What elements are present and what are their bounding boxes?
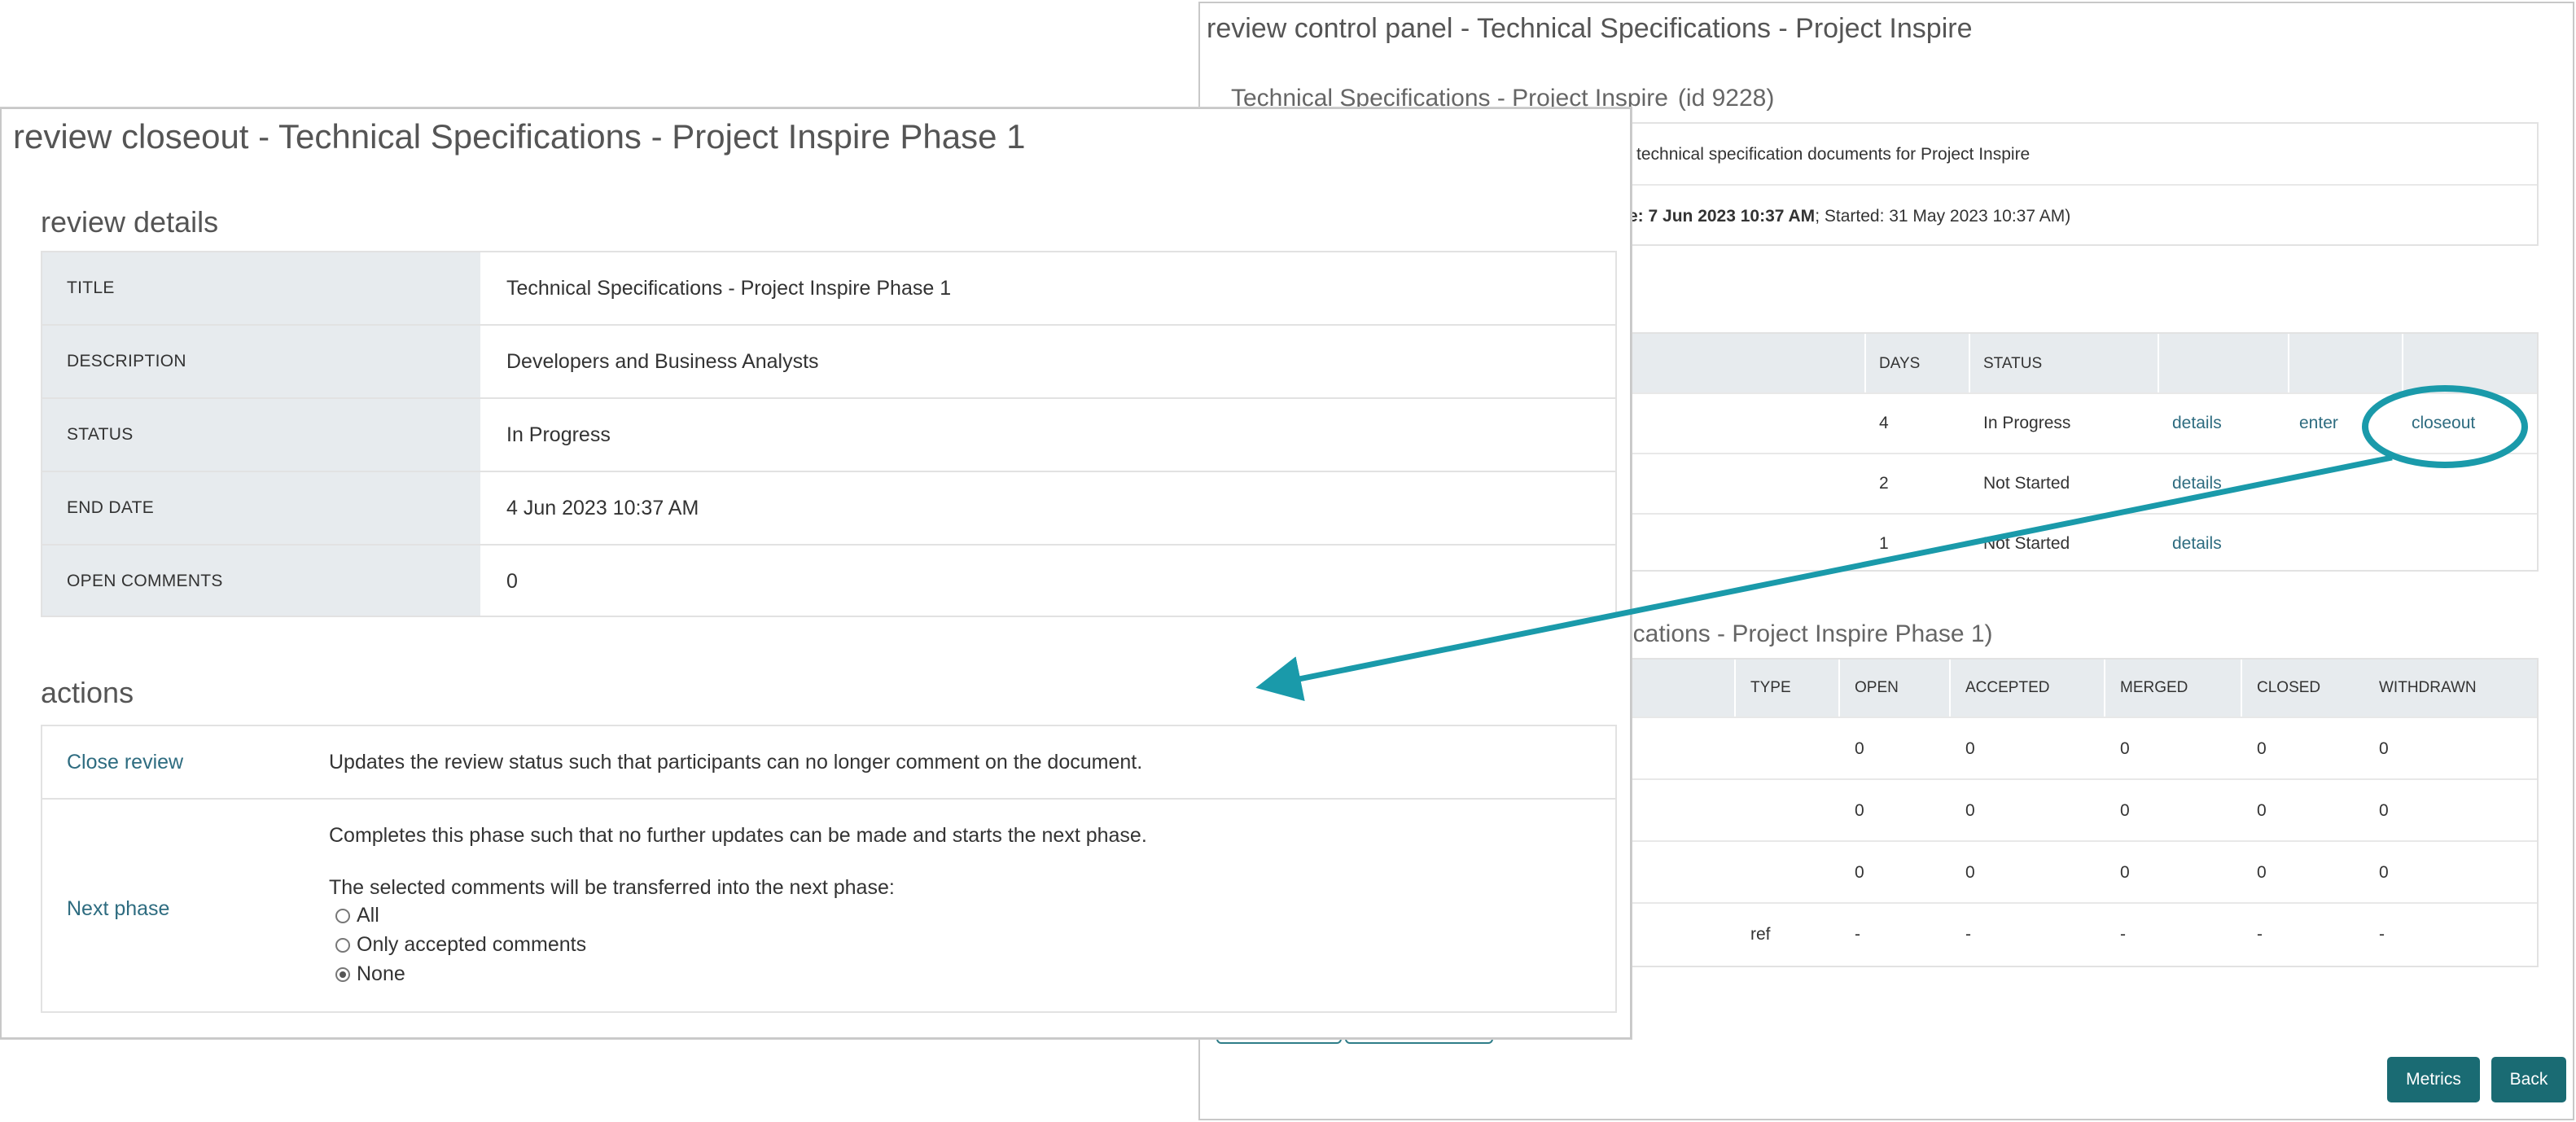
details-row-end-date: END DATE 4 Jun 2023 10:37 AM <box>42 472 1615 546</box>
details-row-status: STATUS In Progress <box>42 399 1615 472</box>
status-header: STATUS <box>1983 355 2043 372</box>
type-header: TYPE <box>1750 679 1791 696</box>
review-id: (id 9228) <box>1677 85 1775 112</box>
close-review-row: Close review Updates the review status s… <box>42 726 1615 800</box>
actions-table: Close review Updates the review status s… <box>41 725 1617 1013</box>
actions-heading: actions <box>41 676 134 709</box>
withdrawn-header: WITHDRAWN <box>2379 679 2477 696</box>
comments-title: ifications - Project Inspire Phase 1) <box>1615 620 1993 647</box>
merged-header: MERGED <box>2120 679 2188 696</box>
enter-link[interactable]: enter <box>2299 414 2338 433</box>
accepted-header: ACCEPTED <box>1965 679 2050 696</box>
details-row-title: TITLE Technical Specifications - Project… <box>42 252 1615 326</box>
close-review-link[interactable]: Close review <box>67 751 183 774</box>
close-review-description: Updates the review status such that part… <box>329 751 1143 774</box>
control-panel-title: review control panel - Technical Specifi… <box>1207 13 1973 44</box>
details-link[interactable]: details <box>2172 474 2222 493</box>
next-phase-description: Completes this phase such that no furthe… <box>329 824 1147 847</box>
review-details-table: TITLE Technical Specifications - Project… <box>41 251 1617 617</box>
review-details-heading: review details <box>41 205 219 239</box>
closed-header: CLOSED <box>2257 679 2321 696</box>
radio-only-accepted[interactable]: Only accepted comments <box>335 933 586 957</box>
radio-none-dot[interactable] <box>335 966 350 982</box>
details-row-description: DESCRIPTION Developers and Business Anal… <box>42 326 1615 399</box>
radio-none[interactable]: None <box>335 962 405 986</box>
back-button[interactable]: Back <box>2491 1057 2566 1102</box>
details-link[interactable]: details <box>2172 414 2222 433</box>
radio-all-dot[interactable] <box>335 908 350 923</box>
next-phase-link[interactable]: Next phase <box>67 897 169 921</box>
closeout-title: review closeout - Technical Specificatio… <box>13 117 1026 156</box>
metrics-button[interactable]: Metrics <box>2387 1057 2480 1102</box>
closeout-window: review closeout - Technical Specificatio… <box>0 107 1632 1039</box>
closeout-link[interactable]: closeout <box>2412 414 2475 433</box>
radio-only-accepted-dot[interactable] <box>335 937 350 953</box>
details-link[interactable]: details <box>2172 534 2222 554</box>
review-dates: e: 7 Jun 2023 10:37 AM; Started: 31 May … <box>1628 207 2071 226</box>
transfer-text: The selected comments will be transferre… <box>329 876 895 899</box>
days-header: DAYS <box>1879 355 1921 372</box>
open-header: OPEN <box>1855 679 1899 696</box>
radio-all[interactable]: All <box>335 904 379 927</box>
review-description: technical specification documents for Pr… <box>1636 145 2031 164</box>
details-row-open-comments: OPEN COMMENTS 0 <box>67 570 518 593</box>
